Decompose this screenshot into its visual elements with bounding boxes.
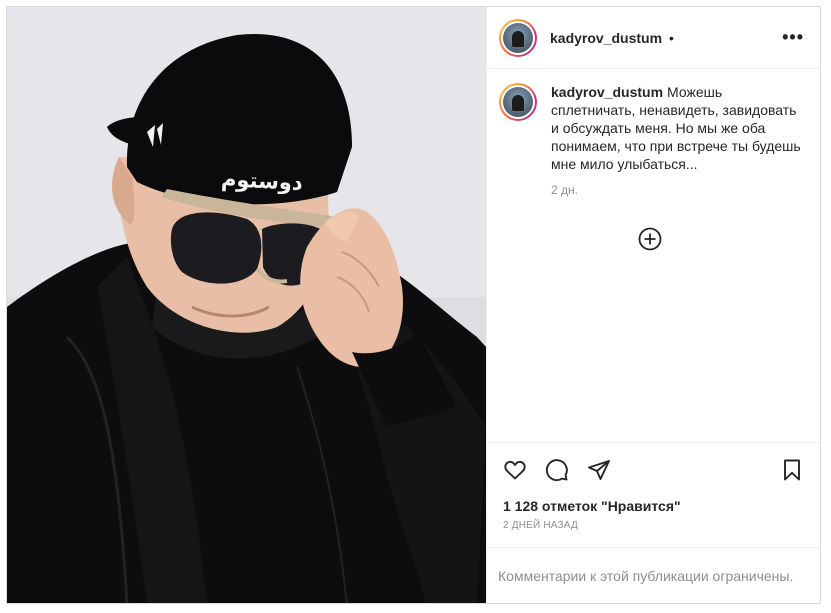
save-button[interactable] xyxy=(780,457,806,483)
paper-plane-icon xyxy=(588,460,610,480)
comment-button[interactable] xyxy=(545,457,571,483)
action-bar xyxy=(503,445,806,495)
header-username[interactable]: kadyrov_dustum xyxy=(550,30,662,46)
post-dialog: دوستوم kadyrov_dustum • ••• kadyrov_dust… xyxy=(6,6,821,604)
more-horizontal-icon[interactable]: ••• xyxy=(782,27,804,48)
post-header: kadyrov_dustum • ••• xyxy=(487,7,820,69)
photo-illustration xyxy=(7,7,486,603)
share-button[interactable] xyxy=(587,457,613,483)
plus-circle-icon xyxy=(638,227,661,251)
caption-avatar[interactable] xyxy=(503,87,533,117)
load-more-comments-button[interactable] xyxy=(638,227,662,251)
comment-bubble-icon xyxy=(545,459,568,482)
caption-text-block: kadyrov_dustum Можешь сплетничать, ненави… xyxy=(551,83,804,173)
heart-icon xyxy=(504,460,526,480)
caption-story-ring[interactable] xyxy=(499,83,537,121)
caption: kadyrov_dustum Можешь сплетничать, ненави… xyxy=(499,83,804,197)
post-date[interactable]: 2 ДНЕЙ НАЗАД xyxy=(503,520,806,531)
comments-restricted-notice: Комментарии к этой публикации ограничены… xyxy=(487,547,820,603)
post-side-panel: kadyrov_dustum • ••• kadyrov_dustum Можеш… xyxy=(486,7,820,603)
story-ring[interactable] xyxy=(499,18,537,57)
avatar[interactable] xyxy=(503,22,533,53)
caption-timestamp[interactable]: 2 дн. xyxy=(551,183,804,197)
bookmark-icon xyxy=(784,459,800,481)
post-photo: دوستوم xyxy=(7,7,486,603)
caption-username[interactable]: kadyrov_dustum xyxy=(551,84,663,100)
header-separator: • xyxy=(669,29,674,46)
likes-count[interactable]: 1 128 отметок "Нравится" xyxy=(503,498,806,514)
comments-section: kadyrov_dustum Можешь сплетничать, ненави… xyxy=(487,69,820,442)
like-button[interactable] xyxy=(503,457,529,483)
actions-area: 1 128 отметок "Нравится" 2 ДНЕЙ НАЗАД xyxy=(487,442,820,547)
